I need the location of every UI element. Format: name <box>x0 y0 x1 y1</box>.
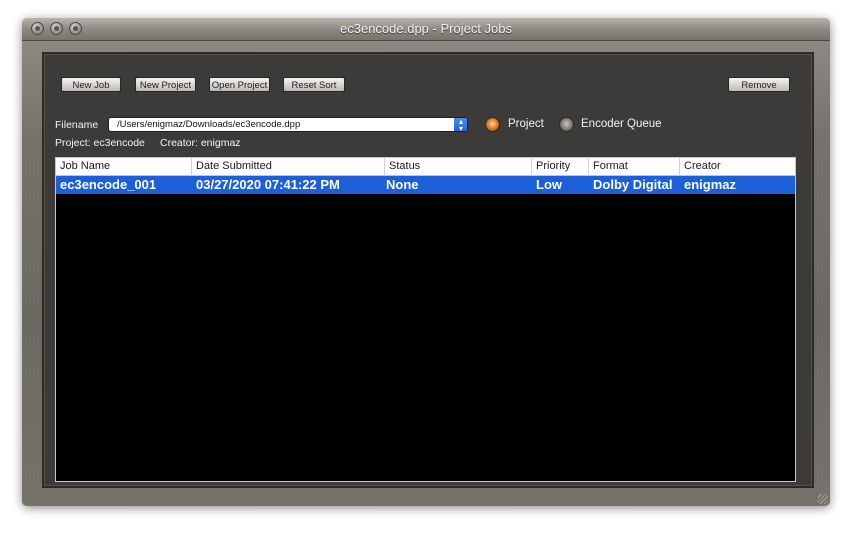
resize-grip-icon[interactable] <box>818 494 828 504</box>
title-bar[interactable]: ec3encode.dpp - Project Jobs <box>22 18 830 41</box>
table-row[interactable]: ec3encode_001 03/27/2020 07:41:22 PM Non… <box>56 176 795 194</box>
cell-status: None <box>386 177 419 192</box>
column-header-priority[interactable]: Priority <box>532 158 589 175</box>
project-info: Project: ec3encode <box>55 137 145 149</box>
cell-creator: enigmaz <box>684 177 737 192</box>
new-job-button[interactable]: New Job <box>61 77 121 92</box>
window-title: ec3encode.dpp - Project Jobs <box>340 21 512 36</box>
reset-sort-button[interactable]: Reset Sort <box>283 77 345 92</box>
column-header-status[interactable]: Status <box>385 158 532 175</box>
column-header-date-submitted[interactable]: Date Submitted <box>192 158 385 175</box>
project-radio-label[interactable]: Project <box>508 118 544 130</box>
table-header: Job Name Date Submitted Status Priority … <box>56 158 795 176</box>
jobs-table[interactable]: Job Name Date Submitted Status Priority … <box>55 157 796 482</box>
open-project-button[interactable]: Open Project <box>209 77 270 92</box>
new-project-button[interactable]: New Project <box>135 77 196 92</box>
up-down-chevron-icon[interactable]: ▴ ▾ <box>454 118 467 131</box>
cell-format: Dolby Digital <box>593 177 673 192</box>
remove-button[interactable]: Remove <box>728 77 790 92</box>
cell-priority: Low <box>536 177 562 192</box>
column-header-format[interactable]: Format <box>589 158 680 175</box>
column-header-creator[interactable]: Creator <box>680 158 795 175</box>
cell-job-name: ec3encode_001 <box>60 177 157 192</box>
filename-field[interactable]: /Users/enigmaz/Downloads/ec3encode.dpp ▴… <box>108 117 468 132</box>
project-radio[interactable] <box>485 117 500 132</box>
filename-label: Filename <box>55 119 99 131</box>
encoder-queue-radio-label[interactable]: Encoder Queue <box>581 118 662 130</box>
creator-info: Creator: enigmaz <box>160 137 241 149</box>
column-header-job-name[interactable]: Job Name <box>56 158 192 175</box>
encoder-queue-radio[interactable] <box>559 117 574 132</box>
cell-date-submitted: 03/27/2020 07:41:22 PM <box>196 177 340 192</box>
filename-value: /Users/enigmaz/Downloads/ec3encode.dpp <box>117 119 301 130</box>
